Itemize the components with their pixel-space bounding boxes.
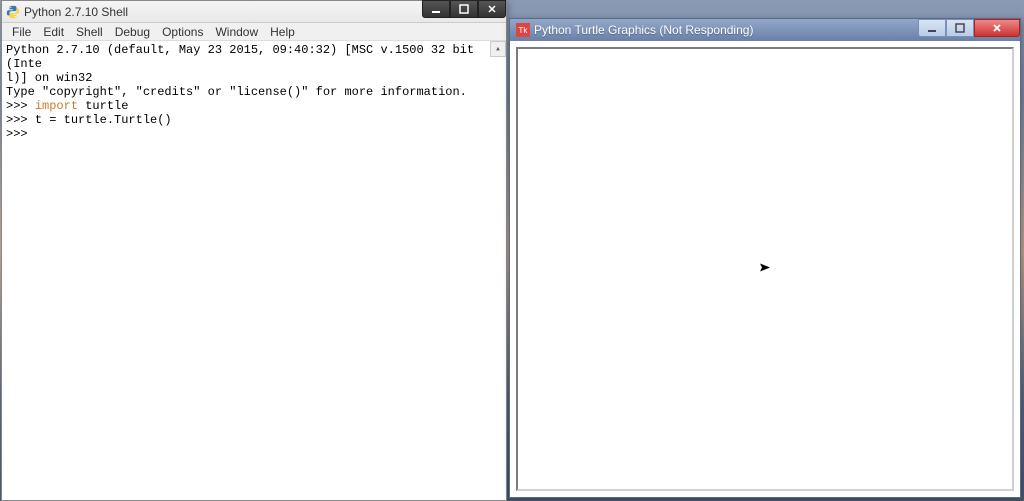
maximize-button[interactable] <box>946 19 974 37</box>
line-2: l)] on win32 <box>6 71 92 85</box>
close-button[interactable] <box>974 19 1020 37</box>
prompt-2-rest: t = turtle.Turtle() <box>35 113 172 127</box>
tk-icon: Tk <box>516 23 530 37</box>
maximize-button[interactable] <box>450 0 478 18</box>
turtle-titlebar[interactable]: Tk Python Turtle Graphics (Not Respondin… <box>510 19 1020 41</box>
svg-text:Tk: Tk <box>519 26 529 35</box>
line-3: Type "copyright", "credits" or "license(… <box>6 85 467 99</box>
shell-titlebar[interactable]: Python 2.7.10 Shell <box>2 1 506 23</box>
menu-window[interactable]: Window <box>209 24 264 40</box>
prompt-2: >>> <box>6 113 35 127</box>
turtle-canvas[interactable] <box>516 47 1014 491</box>
menu-edit[interactable]: Edit <box>37 24 70 40</box>
minimize-button[interactable] <box>422 0 450 18</box>
close-button[interactable] <box>478 0 506 18</box>
shell-menubar: File Edit Shell Debug Options Window Hel… <box>2 23 506 41</box>
turtle-window-controls <box>918 19 1020 37</box>
minimize-button[interactable] <box>918 19 946 37</box>
prompt-1: >>> <box>6 99 35 113</box>
menu-help[interactable]: Help <box>264 24 301 40</box>
menu-debug[interactable]: Debug <box>109 24 156 40</box>
menu-shell[interactable]: Shell <box>70 24 109 40</box>
scroll-up-icon: ▴ <box>495 42 500 56</box>
shell-text-area[interactable]: Python 2.7.10 (default, May 23 2015, 09:… <box>2 41 506 500</box>
menu-options[interactable]: Options <box>156 24 209 40</box>
prompt-1-rest: turtle <box>78 99 128 113</box>
shell-window-controls <box>422 0 506 18</box>
keyword-import: import <box>35 99 78 113</box>
python-icon <box>6 5 20 19</box>
prompt-3: >>> <box>6 127 35 141</box>
turtle-window: Tk Python Turtle Graphics (Not Respondin… <box>509 18 1021 498</box>
idle-shell-window: Python 2.7.10 Shell File Edit Shell Debu… <box>1 0 507 501</box>
scroll-up-button[interactable]: ▴ <box>490 41 506 57</box>
turtle-cursor-icon <box>759 262 771 277</box>
line-1: Python 2.7.10 (default, May 23 2015, 09:… <box>6 43 481 71</box>
menu-file[interactable]: File <box>6 24 37 40</box>
